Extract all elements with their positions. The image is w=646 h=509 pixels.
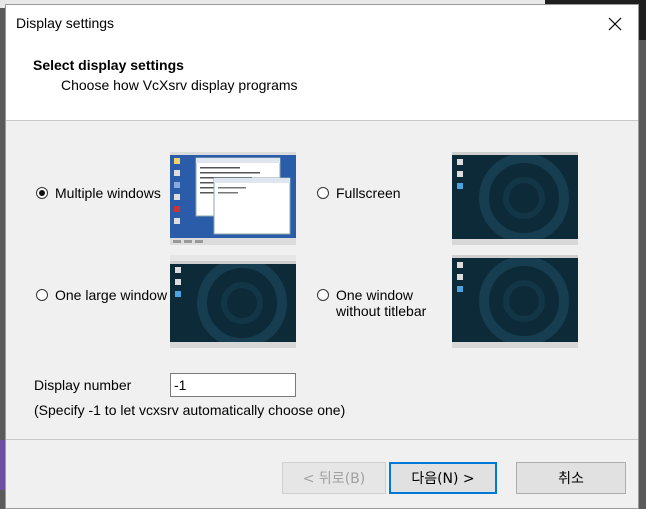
option-multiple-windows[interactable]: Multiple windows (36, 185, 161, 201)
preview-no-titlebar (452, 255, 578, 348)
radio-multiple-windows[interactable] (36, 187, 48, 199)
radio-one-large-window[interactable] (36, 289, 48, 301)
display-number-hint: (Specify -1 to let vcxsrv automatically … (34, 402, 346, 418)
preview-one-large-window (170, 255, 296, 348)
option-no-titlebar[interactable]: One window without titlebar (317, 287, 426, 319)
back-button[interactable]: < 뒤로(B) (282, 462, 386, 494)
option-fullscreen[interactable]: Fullscreen (317, 185, 401, 201)
option-one-large-window[interactable]: One large window (36, 287, 167, 303)
next-button[interactable]: 다음(N) > (389, 462, 497, 494)
option-label-line1: One window (336, 287, 414, 303)
footer-separator (6, 439, 638, 440)
title-bar: Display settings (6, 5, 638, 43)
window-title: Display settings (16, 15, 115, 31)
option-label: Multiple windows (55, 185, 161, 201)
option-label: Fullscreen (336, 185, 401, 201)
preview-fullscreen (452, 152, 578, 245)
option-label: One large window (55, 287, 168, 303)
cancel-button[interactable]: 취소 (516, 462, 626, 494)
header-title: Select display settings (33, 57, 184, 73)
radio-no-titlebar[interactable] (317, 289, 329, 301)
close-icon (608, 17, 622, 31)
display-number-label: Display number (34, 377, 132, 393)
option-label: One window without titlebar (336, 287, 426, 319)
header-subtitle: Choose how VcXsrv display programs (61, 77, 298, 93)
wizard-header: Select display settings Choose how VcXsr… (6, 43, 638, 121)
radio-fullscreen[interactable] (317, 187, 329, 199)
preview-multiple-windows (170, 152, 296, 245)
option-label-line2: without titlebar (336, 303, 427, 319)
display-settings-dialog: Display settings Select display settings… (5, 4, 639, 509)
display-number-input[interactable] (170, 373, 296, 397)
close-button[interactable] (592, 5, 638, 43)
